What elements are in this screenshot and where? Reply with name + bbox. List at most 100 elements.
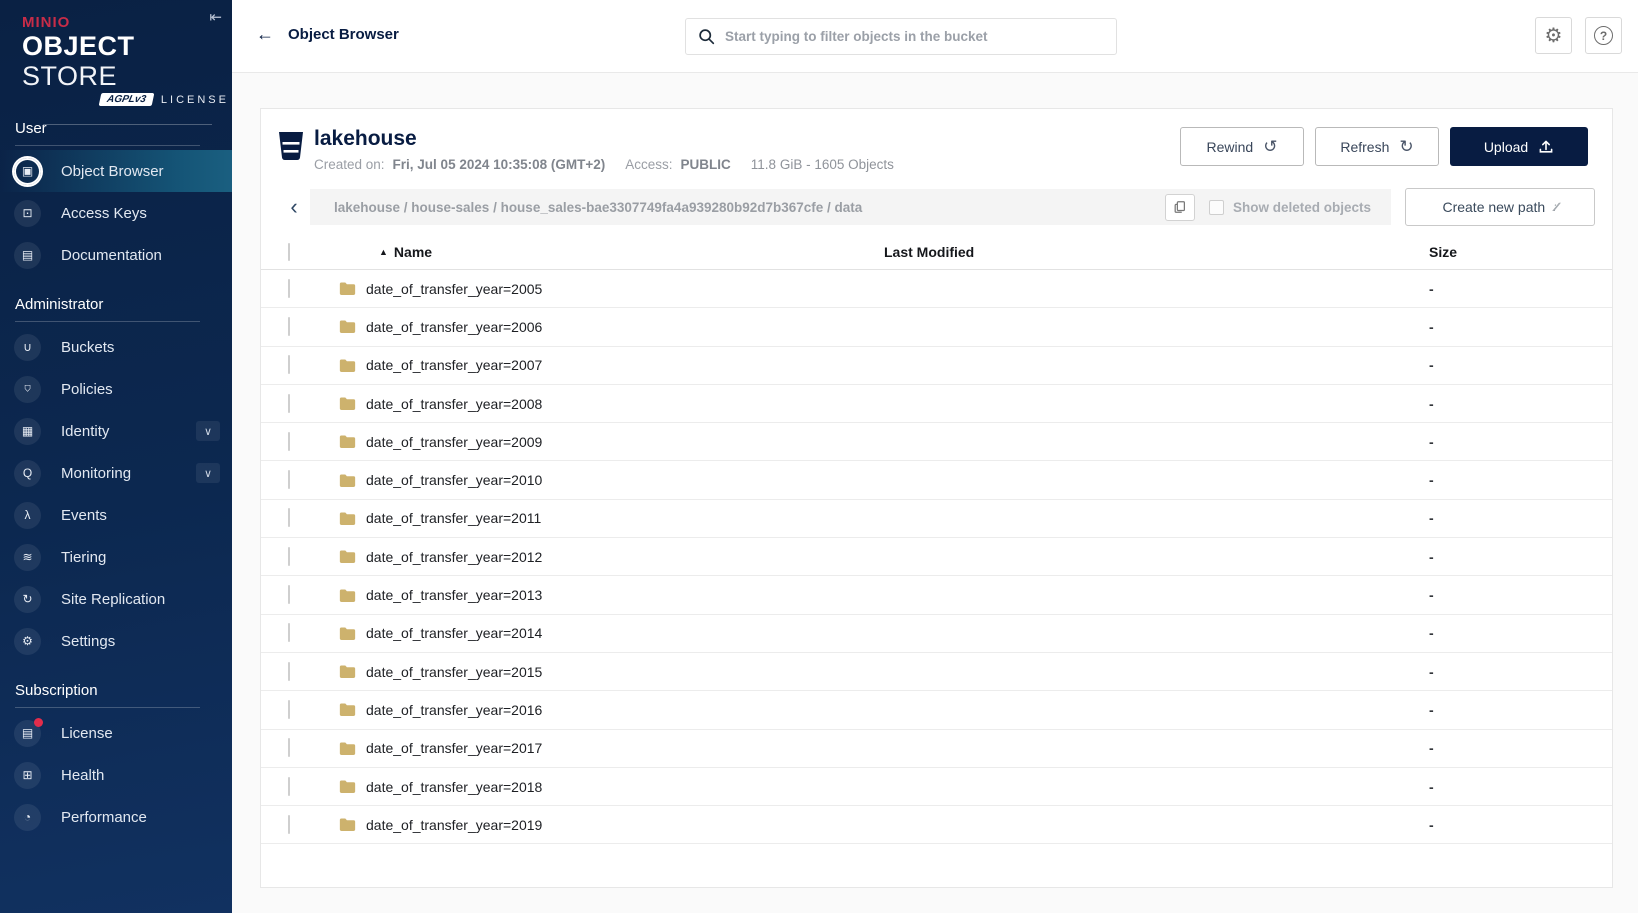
- row-checkbox[interactable]: [288, 623, 290, 642]
- folder-link[interactable]: date_of_transfer_year=2012: [317, 549, 884, 565]
- row-checkbox[interactable]: [288, 355, 290, 374]
- table-row[interactable]: date_of_transfer_year=2017-: [261, 730, 1612, 768]
- table-row[interactable]: date_of_transfer_year=2012-: [261, 538, 1612, 576]
- object-filter-search[interactable]: [685, 18, 1117, 55]
- folder-link[interactable]: date_of_transfer_year=2013: [317, 587, 884, 603]
- divider: [15, 707, 200, 708]
- chevron-down-icon[interactable]: ∨: [196, 421, 220, 441]
- health-icon: ⊞: [14, 762, 41, 789]
- table-row[interactable]: date_of_transfer_year=2011 -: [261, 500, 1612, 538]
- tiering-icon: ≋: [14, 544, 41, 571]
- column-size[interactable]: Size: [1429, 244, 1612, 260]
- sidebar-item-object-browser[interactable]: ▣Object Browser: [0, 150, 232, 192]
- table-row[interactable]: date_of_transfer_year=2008 -: [261, 385, 1612, 423]
- row-checkbox[interactable]: [288, 432, 290, 451]
- rewind-button[interactable]: Rewind ↺: [1180, 127, 1304, 166]
- sidebar-item-label: Access Keys: [61, 205, 147, 222]
- row-checkbox[interactable]: [288, 662, 290, 681]
- folder-link[interactable]: date_of_transfer_year=2011: [317, 510, 884, 526]
- sidebar-item-health[interactable]: ⊞Health: [0, 754, 232, 796]
- sidebar-item-access-keys[interactable]: ⊡Access Keys: [0, 192, 232, 234]
- sidebar-item-identity[interactable]: ▦Identity∨: [0, 410, 232, 452]
- row-checkbox[interactable]: [288, 547, 290, 566]
- folder-link[interactable]: date_of_transfer_year=2009: [317, 434, 884, 450]
- object-browser-icon: ▣: [14, 158, 41, 185]
- size-cell: -: [1429, 396, 1612, 412]
- sidebar-item-tiering[interactable]: ≋Tiering: [0, 536, 232, 578]
- folder-link[interactable]: date_of_transfer_year=2015: [317, 664, 884, 680]
- table-row[interactable]: date_of_transfer_year=2009-: [261, 423, 1612, 461]
- create-new-path-button[interactable]: Create new path :∕∕: [1405, 188, 1595, 226]
- folder-link[interactable]: date_of_transfer_year=2008: [317, 396, 884, 412]
- settings-button[interactable]: ⚙: [1535, 17, 1572, 54]
- chevron-down-icon[interactable]: ∨: [196, 463, 220, 483]
- folder-link[interactable]: date_of_transfer_year=2019: [317, 817, 884, 833]
- row-checkbox[interactable]: [288, 508, 290, 527]
- back-arrow-icon[interactable]: ←: [256, 24, 274, 45]
- search-input[interactable]: [725, 29, 1104, 44]
- show-deleted-toggle[interactable]: Show deleted objects: [1209, 200, 1371, 215]
- sort-asc-icon[interactable]: ▲: [379, 247, 388, 257]
- row-checkbox[interactable]: [288, 700, 290, 719]
- folder-icon: [339, 741, 356, 756]
- settings-icon: ⚙: [14, 628, 41, 655]
- table-row[interactable]: date_of_transfer_year=2018 -: [261, 768, 1612, 806]
- row-checkbox[interactable]: [288, 585, 290, 604]
- upload-button[interactable]: Upload: [1450, 127, 1588, 166]
- row-checkbox[interactable]: [288, 815, 290, 834]
- folder-link[interactable]: date_of_transfer_year=2007: [317, 357, 884, 373]
- show-deleted-checkbox[interactable]: [1209, 200, 1224, 215]
- folder-link[interactable]: date_of_transfer_year=2018: [317, 779, 884, 795]
- sidebar-item-documentation[interactable]: ▤Documentation: [0, 234, 232, 276]
- folder-link[interactable]: date_of_transfer_year=2010: [317, 472, 884, 488]
- sidebar-item-license[interactable]: ▤License: [0, 712, 232, 754]
- table-row[interactable]: date_of_transfer_year=2014-: [261, 615, 1612, 653]
- agpl-badge: AGPLv3: [99, 93, 155, 106]
- breadcrumb-back-button[interactable]: ‹: [278, 189, 310, 225]
- table-row[interactable]: date_of_transfer_year=2019-: [261, 806, 1612, 844]
- table-row[interactable]: date_of_transfer_year=2010-: [261, 461, 1612, 499]
- table-row[interactable]: date_of_transfer_year=2007-: [261, 347, 1612, 385]
- table-row[interactable]: date_of_transfer_year=2015-: [261, 653, 1612, 691]
- breadcrumb[interactable]: lakehouse / house-sales / house_sales-ba…: [334, 200, 1165, 215]
- row-checkbox[interactable]: [288, 279, 290, 298]
- row-checkbox[interactable]: [288, 738, 290, 757]
- table-row[interactable]: date_of_transfer_year=2013 -: [261, 576, 1612, 614]
- size-cell: -: [1429, 587, 1612, 603]
- column-name[interactable]: ▲ Name: [317, 244, 884, 260]
- collapse-sidebar-icon[interactable]: ⇤: [209, 8, 222, 26]
- column-last-modified[interactable]: Last Modified: [884, 244, 1429, 260]
- table-row[interactable]: date_of_transfer_year=2006-: [261, 308, 1612, 346]
- sidebar-item-site-replication[interactable]: ↻Site Replication: [0, 578, 232, 620]
- folder-icon: [339, 626, 356, 641]
- row-checkbox[interactable]: [288, 394, 290, 413]
- copy-path-button[interactable]: [1165, 194, 1195, 221]
- object-name: date_of_transfer_year=2012: [366, 549, 542, 565]
- table-row[interactable]: date_of_transfer_year=2016-: [261, 691, 1612, 729]
- table-row[interactable]: date_of_transfer_year=2005-: [261, 270, 1612, 308]
- sidebar-item-events[interactable]: λEvents: [0, 494, 232, 536]
- help-button[interactable]: ?: [1585, 17, 1622, 54]
- sidebar-item-buckets[interactable]: ∪Buckets: [0, 326, 232, 368]
- sidebar-item-performance[interactable]: ◔Performance: [0, 796, 232, 838]
- folder-link[interactable]: date_of_transfer_year=2016: [317, 702, 884, 718]
- size-cell: -: [1429, 510, 1612, 526]
- row-checkbox[interactable]: [288, 470, 290, 489]
- folder-link[interactable]: date_of_transfer_year=2006: [317, 319, 884, 335]
- divider: [15, 321, 200, 322]
- folder-link[interactable]: date_of_transfer_year=2017: [317, 740, 884, 756]
- sidebar-item-policies[interactable]: ⌂Policies: [0, 368, 232, 410]
- sidebar-item-monitoring[interactable]: QMonitoring∨: [0, 452, 232, 494]
- folder-link[interactable]: date_of_transfer_year=2005: [317, 281, 884, 297]
- refresh-button[interactable]: Refresh ↻: [1315, 127, 1439, 166]
- sidebar-item-settings[interactable]: ⚙Settings: [0, 620, 232, 662]
- row-checkbox[interactable]: [288, 317, 290, 336]
- folder-link[interactable]: date_of_transfer_year=2014: [317, 625, 884, 641]
- back-to-buckets[interactable]: ← Object Browser: [256, 24, 399, 45]
- size-cell: -: [1429, 779, 1612, 795]
- sidebar-item-label: Events: [61, 507, 107, 524]
- object-name: date_of_transfer_year=2007: [366, 357, 542, 373]
- select-all-checkbox[interactable]: [288, 243, 290, 261]
- table-header: ▲ Name Last Modified Size: [261, 234, 1612, 270]
- row-checkbox[interactable]: [288, 777, 290, 796]
